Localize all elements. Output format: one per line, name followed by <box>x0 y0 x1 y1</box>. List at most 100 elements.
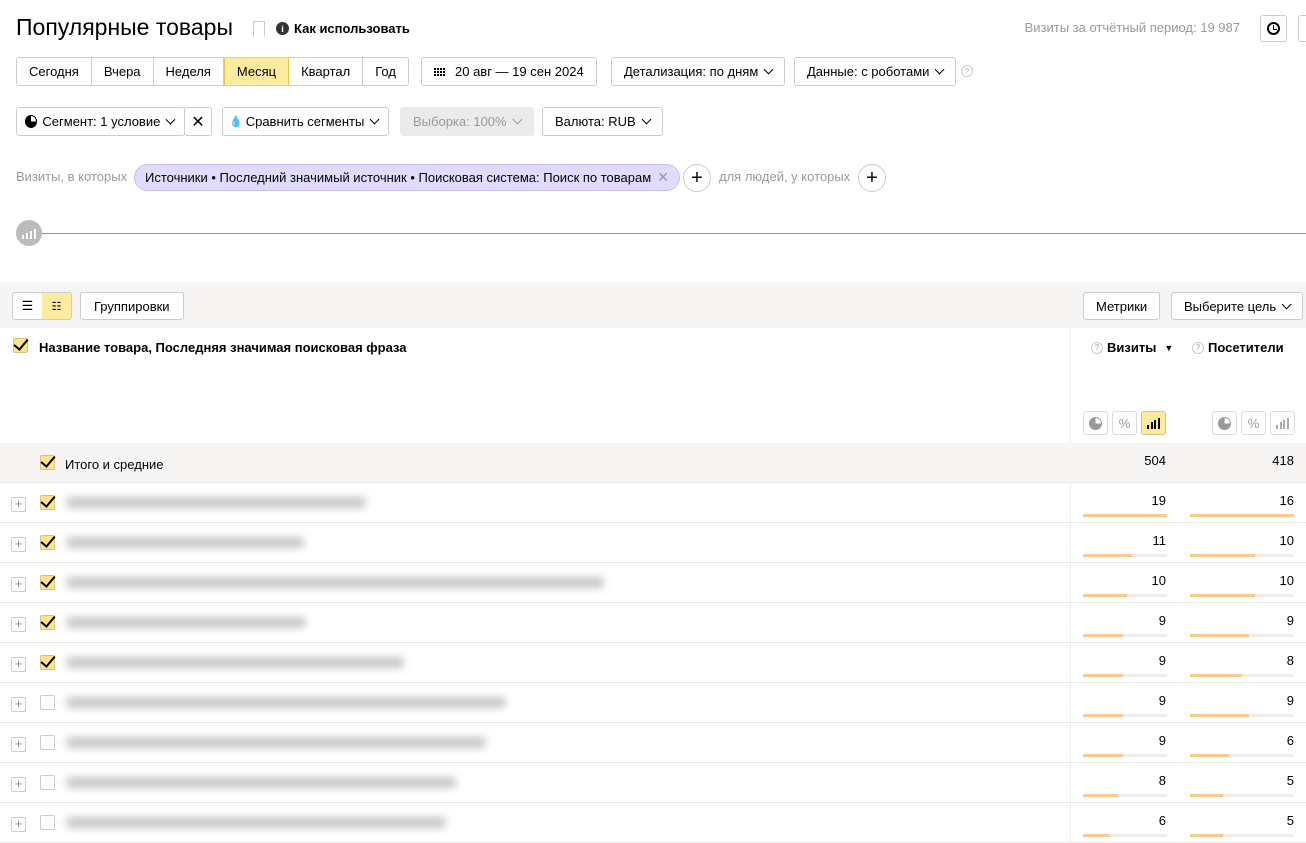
bar-chart-icon <box>1276 417 1289 429</box>
visitors-bar-fill <box>1190 594 1255 597</box>
column-header-visits[interactable]: ? Визиты ▼ <box>1091 340 1173 355</box>
visits-bar <box>1083 554 1167 557</box>
expand-row-button[interactable]: + <box>11 537 26 552</box>
visitors-bar <box>1190 674 1294 677</box>
close-icon: ✕ <box>191 113 205 131</box>
view-toggle: ☰ ☷ <box>12 292 72 320</box>
table-row[interactable]: + 9 6 <box>0 723 1306 763</box>
more-button[interactable] <box>1298 15 1306 42</box>
row-visits: 9 <box>1158 733 1166 748</box>
select-all-checkbox[interactable] <box>13 338 28 353</box>
table-row[interactable]: + 10 10 <box>0 563 1306 603</box>
currency-dropdown[interactable]: Валюта: RUB <box>542 107 663 136</box>
segment-dropdown[interactable]: Сегмент: 1 условие <box>16 107 185 136</box>
bar-mode-button[interactable] <box>1270 411 1295 435</box>
visitors-bar-fill <box>1190 634 1249 637</box>
help-icon[interactable]: ? <box>1091 341 1103 354</box>
row-checkbox[interactable] <box>40 655 55 670</box>
history-button[interactable] <box>1260 15 1287 42</box>
metrics-button[interactable]: Метрики <box>1083 292 1161 320</box>
expand-row-button[interactable]: + <box>11 577 26 592</box>
add-people-condition-button[interactable]: + <box>858 164 886 192</box>
blurred-row-name <box>66 737 486 748</box>
row-checkbox[interactable] <box>40 535 55 550</box>
expand-row-button[interactable]: + <box>11 777 26 792</box>
expand-row-button[interactable]: + <box>11 697 26 712</box>
visitors-bar <box>1190 554 1294 557</box>
help-icon[interactable]: ? <box>961 65 973 77</box>
period-year[interactable]: Год <box>363 58 408 85</box>
table-row[interactable]: + 19 16 <box>0 483 1306 523</box>
period-month[interactable]: Месяц <box>223 58 290 85</box>
goal-dropdown[interactable]: Выберите цель <box>1171 292 1304 320</box>
totals-checkbox[interactable] <box>40 455 55 470</box>
tree-icon: ☷ <box>51 300 62 313</box>
row-checkbox[interactable] <box>40 735 55 750</box>
visitors-bar <box>1190 794 1294 797</box>
column-header-visitors[interactable]: ? Посетители <box>1192 340 1284 355</box>
visitors-bar <box>1190 834 1294 837</box>
tree-view-button[interactable]: ☷ <box>42 293 71 319</box>
detail-dropdown[interactable]: Детализация: по дням <box>611 57 786 86</box>
data-dropdown[interactable]: Данные: с роботами <box>794 57 957 86</box>
table-row[interactable]: + 9 8 <box>0 643 1306 683</box>
visits-total: Визиты за отчётный период: 19 987 <box>1024 20 1240 35</box>
row-checkbox[interactable] <box>40 695 55 710</box>
pie-mode-button[interactable] <box>1212 411 1237 435</box>
date-range-button[interactable]: 20 авг — 19 сен 2024 <box>421 57 597 86</box>
row-checkbox[interactable] <box>40 495 55 510</box>
expand-row-button[interactable]: + <box>11 497 26 512</box>
how-to-link[interactable]: i Как использовать <box>276 21 410 36</box>
percent-mode-button[interactable]: % <box>1241 411 1266 435</box>
row-checkbox[interactable] <box>40 775 55 790</box>
groupings-button[interactable]: Группировки <box>80 292 184 320</box>
close-icon[interactable]: ✕ <box>657 169 669 186</box>
segment-clear-button[interactable]: ✕ <box>184 107 212 136</box>
visits-header-label: Визиты <box>1107 340 1157 355</box>
visitors-bar-fill <box>1190 554 1255 557</box>
period-today[interactable]: Сегодня <box>17 58 92 85</box>
visits-bar-fill <box>1083 594 1128 597</box>
visits-view-modes: % <box>1083 411 1166 435</box>
visitors-bar <box>1190 634 1294 637</box>
list-view-button[interactable]: ☰ <box>13 293 42 319</box>
expand-row-button[interactable]: + <box>11 817 26 832</box>
percent-icon: % <box>1247 415 1260 431</box>
pie-mode-button[interactable] <box>1083 411 1108 435</box>
expand-row-button[interactable]: + <box>11 617 26 632</box>
period-yesterday[interactable]: Вчера <box>92 58 154 85</box>
visitors-bar <box>1190 714 1294 717</box>
bar-mode-button[interactable] <box>1141 411 1166 435</box>
sample-dropdown[interactable]: Выборка: 100% <box>400 107 534 136</box>
table-row[interactable]: + 9 9 <box>0 603 1306 643</box>
period-week[interactable]: Неделя <box>154 58 224 85</box>
clock-icon <box>1267 22 1280 35</box>
table-row[interactable]: + 11 10 <box>0 523 1306 563</box>
row-visits: 11 <box>1152 533 1167 548</box>
table-row[interactable]: + 6 5 <box>0 803 1306 843</box>
chevron-down-icon <box>1281 299 1292 309</box>
row-checkbox[interactable] <box>40 575 55 590</box>
chevron-down-icon <box>165 114 176 125</box>
row-checkbox[interactable] <box>40 815 55 830</box>
visitors-bar <box>1190 514 1294 517</box>
page-title: Популярные товары <box>16 14 233 40</box>
detail-label: Детализация: по дням <box>624 64 759 79</box>
percent-mode-button[interactable]: % <box>1112 411 1137 435</box>
bookmark-icon[interactable] <box>253 21 265 37</box>
period-quarter[interactable]: Квартал <box>289 58 364 85</box>
visits-bar-fill <box>1083 754 1123 757</box>
drops-icon: 💧 <box>229 116 243 128</box>
table-row[interactable]: + 9 9 <box>0 683 1306 723</box>
help-icon[interactable]: ? <box>1192 341 1204 354</box>
expand-row-button[interactable]: + <box>11 737 26 752</box>
expand-row-button[interactable]: + <box>11 657 26 672</box>
visits-bar-fill <box>1083 674 1123 677</box>
compare-segments-dropdown[interactable]: 💧 Сравнить сегменты <box>222 107 390 136</box>
row-checkbox[interactable] <box>40 615 55 630</box>
add-visit-condition-button[interactable]: + <box>683 164 711 192</box>
table-row[interactable]: + 8 5 <box>0 763 1306 803</box>
condition-chip[interactable]: Источники • Последний значимый источник … <box>134 164 680 191</box>
pie-chart-icon <box>1089 416 1102 430</box>
chart-toggle-icon[interactable] <box>16 220 42 246</box>
